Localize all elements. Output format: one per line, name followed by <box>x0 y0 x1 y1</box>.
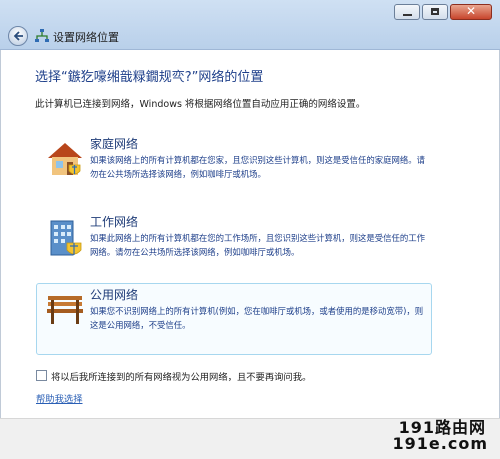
option-title: 家庭网络 <box>90 137 139 151</box>
option-description: 如果此网络上的所有计算机都在您的工作场所，且您识别这些计算机，则这是受信任的工作… <box>90 233 425 257</box>
page-heading: 选择“鏃犵嚎缃戠粶鐗规亪?”网络的位置 <box>35 70 264 85</box>
option-work-network[interactable]: 工作网络 如果此网络上的所有计算机都在您的工作场所，且您识别这些计算机，则这是受… <box>36 210 432 282</box>
option-title: 工作网络 <box>90 215 139 229</box>
close-button[interactable] <box>450 4 492 20</box>
option-title: 公用网络 <box>90 288 139 302</box>
maximize-button[interactable] <box>422 4 448 20</box>
window-title: 设置网络位置 <box>53 31 119 44</box>
title-bar: 设置网络位置 <box>0 0 500 50</box>
help-me-choose-link[interactable]: 帮助我选择 <box>36 391 83 405</box>
option-home-network[interactable]: 家庭网络 如果该网络上的所有计算机都在您家，且您识别这些计算机，则这是受信任的家… <box>36 132 432 204</box>
office-building-icon <box>50 220 82 256</box>
treat-all-public-checkbox[interactable] <box>36 370 47 381</box>
option-description: 如果您不识别网络上的所有计算机(例如，您在咖啡厅或机场，或者使用的是移动宽带)，… <box>90 306 424 330</box>
house-icon <box>48 143 82 175</box>
network-icon <box>35 29 49 42</box>
intro-text: 此计算机已连接到网络，Windows 将根据网络位置自动应用正确的网络设置。 <box>35 99 366 110</box>
checkbox-label: 将以后我所连接到的所有网络视为公用网络，且不要再询问我。 <box>51 372 312 383</box>
minimize-button[interactable] <box>394 4 420 20</box>
option-public-network[interactable]: 公用网络 如果您不识别网络上的所有计算机(例如，您在咖啡厅或机场，或者使用的是移… <box>36 283 432 355</box>
watermark-line2: 191e.com <box>392 434 488 453</box>
window-controls <box>394 4 492 20</box>
option-description: 如果该网络上的所有计算机都在您家，且您识别这些计算机，则这是受信任的家庭网络。请… <box>90 155 425 179</box>
back-arrow-icon <box>13 31 23 41</box>
back-button[interactable] <box>8 26 28 46</box>
park-bench-icon <box>47 296 83 324</box>
